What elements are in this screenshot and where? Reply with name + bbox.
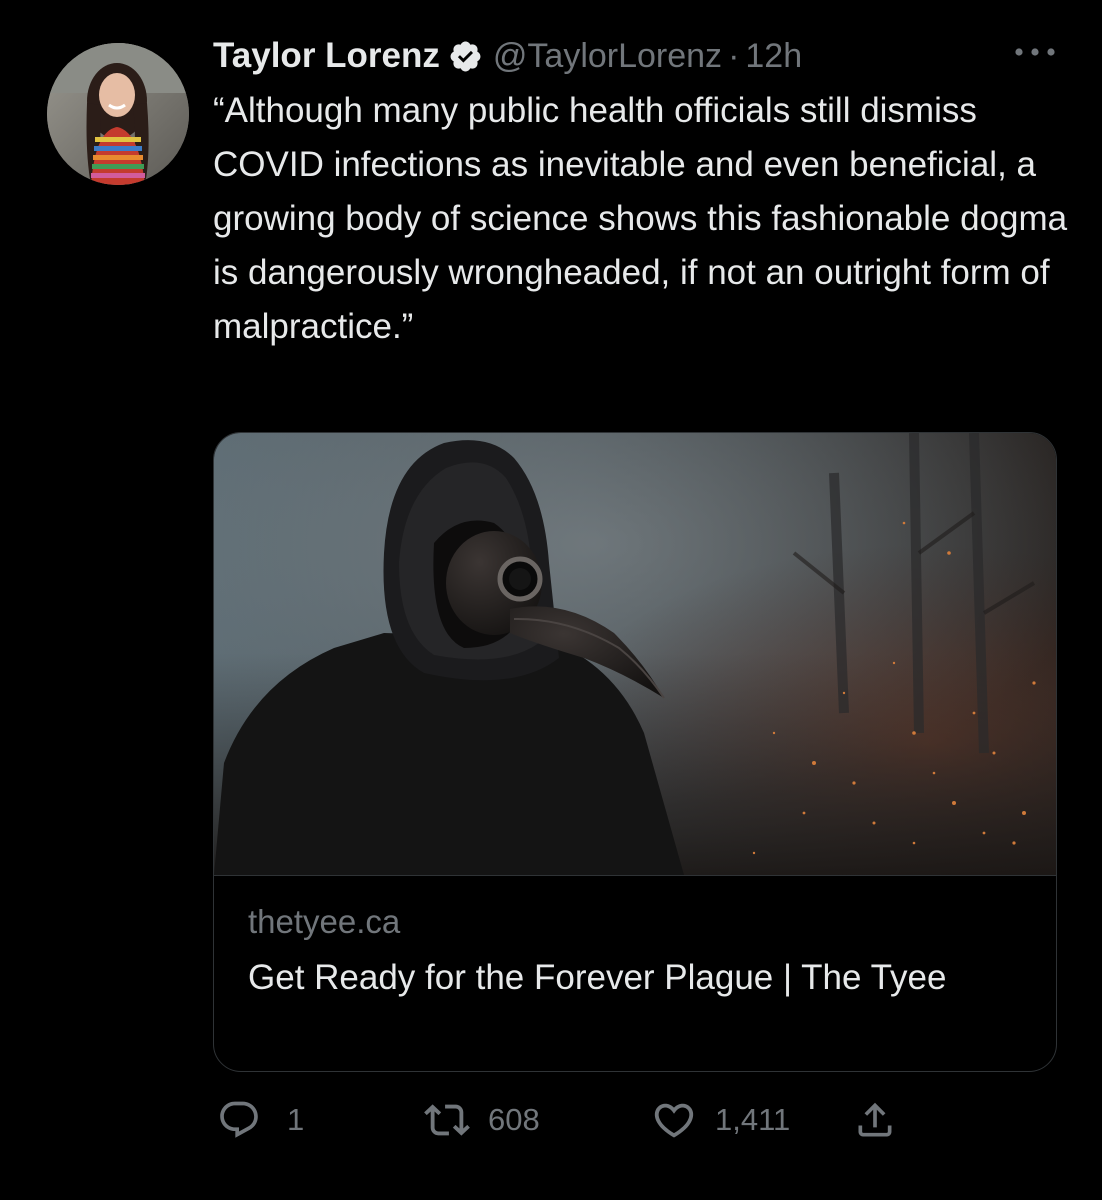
- heart-icon: [651, 1097, 697, 1143]
- card-title: Get Ready for the Forever Plague | The T…: [248, 958, 947, 997]
- separator-dot: ·: [728, 36, 740, 75]
- plague-doctor-mask-photo[interactable]: [214, 433, 1056, 876]
- reply-button[interactable]: 1: [217, 1090, 304, 1150]
- share-icon: [853, 1098, 897, 1142]
- more-options-icon[interactable]: [1010, 37, 1060, 67]
- retweet-icon: [424, 1097, 470, 1143]
- retweet-button[interactable]: 608: [424, 1090, 540, 1150]
- retweet-count: 608: [488, 1102, 540, 1137]
- timestamp[interactable]: 12h: [745, 37, 802, 76]
- share-button[interactable]: [853, 1090, 897, 1150]
- action-bar: 1 608 1,411: [213, 1090, 1073, 1150]
- link-card[interactable]: thetyee.ca Get Ready for the Forever Pla…: [213, 432, 1057, 1072]
- author-handle[interactable]: @TaylorLorenz: [493, 37, 722, 76]
- reply-count: 1: [287, 1102, 305, 1137]
- card-domain: thetyee.ca: [248, 903, 401, 940]
- tweet-text: “Although many public health officials s…: [213, 91, 1068, 346]
- like-button[interactable]: 1,411: [651, 1090, 790, 1150]
- reply-icon: [217, 1098, 261, 1142]
- tweet-header: Taylor Lorenz @TaylorLorenz · 12h: [213, 30, 1073, 82]
- like-count: 1,411: [715, 1102, 791, 1137]
- tweet[interactable]: Taylor Lorenz @TaylorLorenz · 12h “Altho…: [0, 0, 1102, 1200]
- author-name[interactable]: Taylor Lorenz: [213, 36, 440, 76]
- verified-badge-icon: [448, 39, 483, 74]
- avatar[interactable]: [47, 43, 189, 185]
